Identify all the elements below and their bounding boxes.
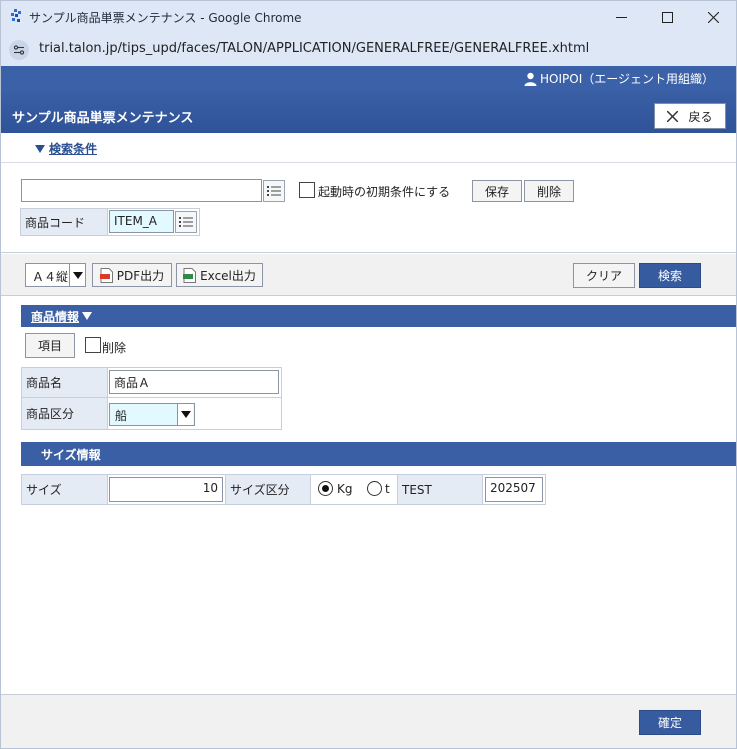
initial-condition-checkbox[interactable]	[299, 182, 315, 198]
paper-size-dropdown-button[interactable]	[69, 264, 85, 286]
close-icon	[667, 110, 679, 122]
product-code-label: 商品コード	[20, 208, 108, 236]
chevron-down-icon	[72, 271, 83, 279]
chevron-down-icon	[180, 411, 191, 418]
initial-condition-label: 起動時の初期条件にする	[318, 185, 451, 199]
search-button[interactable]: 検索	[639, 263, 701, 288]
excel-file-icon	[183, 267, 197, 283]
close-window-button[interactable]	[690, 1, 736, 33]
test-input[interactable]: 202507	[485, 477, 543, 502]
window-title: サンプル商品単票メンテナンス - Google Chrome	[29, 11, 302, 25]
size-label: サイズ	[21, 474, 108, 505]
radio-t[interactable]	[367, 481, 382, 496]
user-icon	[524, 72, 537, 86]
list-icon	[179, 217, 193, 227]
browser-window: サンプル商品単票メンテナンス - Google Chrome trial.tal…	[0, 0, 737, 749]
radio-kg[interactable]	[318, 481, 333, 496]
paper-size-value: Ａ４縦	[32, 270, 69, 284]
delete-checkbox[interactable]	[85, 337, 101, 353]
confirm-button[interactable]: 確定	[639, 710, 701, 735]
save-condition-button[interactable]: 保存	[472, 180, 522, 202]
product-category-dropdown-button[interactable]	[177, 404, 193, 425]
user-info: HOIPOI（エージェント用組織）	[524, 70, 714, 87]
delete-condition-button[interactable]: 削除	[524, 180, 574, 202]
url-field[interactable]: trial.talon.jp/tips_upd/faces/TALON/APPL…	[39, 41, 589, 56]
clear-button[interactable]: クリア	[573, 263, 635, 288]
minimize-icon	[615, 16, 627, 18]
pdf-file-icon	[99, 267, 113, 283]
screen-header: サンプル商品単票メンテナンス	[1, 91, 736, 133]
pdf-export-button[interactable]: PDF出力	[92, 263, 172, 287]
title-bar: サンプル商品単票メンテナンス - Google Chrome	[1, 1, 736, 33]
maximize-icon	[661, 11, 673, 23]
radio-selected-dot	[322, 485, 329, 492]
pdf-export-label: PDF出力	[116, 268, 165, 283]
minimize-button[interactable]	[598, 1, 644, 33]
app-logo-icon	[11, 9, 21, 22]
list-icon	[267, 186, 281, 196]
size-input[interactable]: 10	[109, 477, 223, 502]
page-title: サンプル商品単票メンテナンス	[12, 111, 194, 126]
condition-name-input[interactable]	[21, 179, 262, 202]
item-settings-button[interactable]: 項目	[25, 333, 75, 358]
condition-list-button[interactable]	[263, 180, 285, 202]
address-bar: trial.talon.jp/tips_upd/faces/TALON/APPL…	[1, 33, 736, 66]
product-info-section-header[interactable]: 商品情報	[21, 305, 736, 327]
excel-export-label: Excel出力	[200, 268, 256, 283]
site-settings-button[interactable]	[9, 40, 29, 60]
size-info-title: サイズ情報	[41, 447, 101, 462]
product-code-list-button[interactable]	[175, 211, 197, 233]
product-name-input[interactable]: 商品Ａ	[109, 370, 279, 394]
close-icon	[707, 11, 719, 23]
delete-checkbox-label: 削除	[102, 341, 127, 355]
search-conditions-toggle[interactable]: 検索条件	[35, 140, 97, 157]
radio-t-label: t	[385, 482, 390, 496]
site-settings-icon	[13, 45, 25, 55]
product-category-label: 商品区分	[21, 397, 108, 430]
product-category-value: 船	[115, 409, 128, 423]
product-code-input[interactable]: ITEM_A	[109, 210, 174, 233]
footer-bar	[1, 694, 736, 748]
back-button[interactable]: 戻る	[654, 103, 726, 129]
triangle-down-icon	[35, 144, 45, 153]
back-label: 戻る	[688, 109, 713, 124]
radio-kg-label: Kg	[337, 482, 353, 496]
test-label: TEST	[397, 474, 483, 505]
maximize-button[interactable]	[644, 1, 690, 33]
user-bar: HOIPOI（エージェント用組織）	[1, 66, 736, 91]
size-info-section-header: サイズ情報	[21, 442, 736, 466]
user-name: HOIPOI（エージェント用組織）	[540, 72, 714, 86]
search-conditions-label: 検索条件	[49, 142, 98, 156]
excel-export-button[interactable]: Excel出力	[176, 263, 263, 287]
product-name-label: 商品名	[21, 367, 108, 398]
size-type-label: サイズ区分	[225, 474, 311, 505]
product-info-title: 商品情報	[31, 309, 80, 324]
triangle-down-icon	[82, 312, 93, 320]
